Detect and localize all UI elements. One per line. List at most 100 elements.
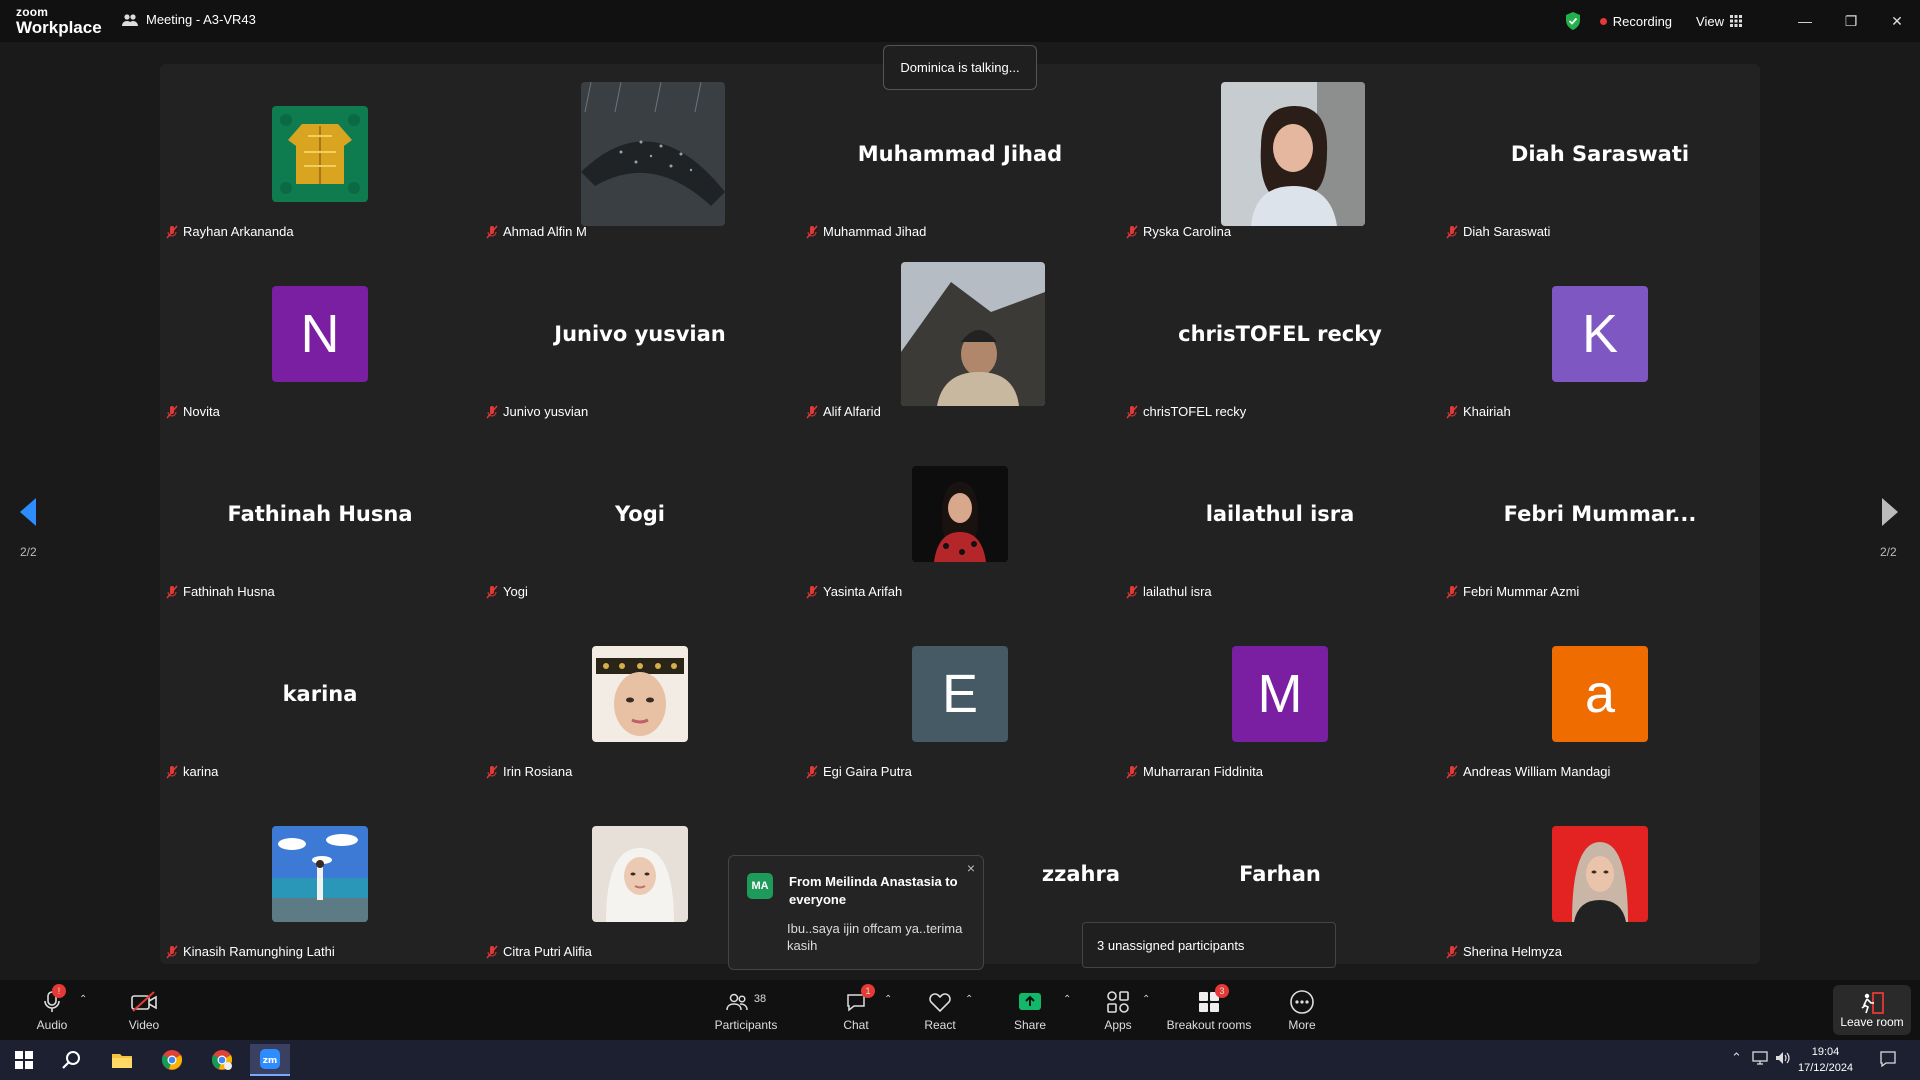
- recording-indicator[interactable]: Recording: [1599, 14, 1672, 29]
- participant-name: Yasinta Arifah: [823, 584, 903, 599]
- participant-tile[interactable]: Junivo yusvian Junivo yusvian: [480, 244, 800, 424]
- start-button[interactable]: [4, 1044, 44, 1076]
- system-clock[interactable]: 19:04 17/12/2024: [1798, 1044, 1853, 1076]
- participant-name: Fathinah Husna: [183, 584, 275, 599]
- participant-tile[interactable]: Muhammad Jihad Muhammad Jihad: [800, 64, 1120, 244]
- title-bar: zoom Workplace Meeting - A3-VR43 Recordi…: [0, 0, 1920, 42]
- close-window-button[interactable]: ✕: [1874, 0, 1920, 42]
- chrome-icon: [161, 1050, 183, 1070]
- participant-name: lailathul isra: [1143, 584, 1212, 599]
- participant-tile[interactable]: N Novita: [160, 244, 480, 424]
- chrome-profile-icon: [211, 1050, 233, 1070]
- heart-icon: [929, 993, 951, 1012]
- participant-tile[interactable]: Rayhan Arkananda: [160, 64, 480, 244]
- participant-name: chrisTOFEL recky: [1143, 404, 1247, 419]
- view-button[interactable]: View: [1696, 14, 1742, 29]
- share-button[interactable]: Share: [1013, 980, 1047, 1040]
- participant-tile[interactable]: E Egi Gaira Putra: [800, 604, 1120, 784]
- chat-options-caret-icon[interactable]: ⌃: [884, 994, 892, 1005]
- prev-page-arrow[interactable]: 2/2: [20, 498, 40, 559]
- grid-view-icon: [1730, 15, 1742, 27]
- chat-label: Chat: [843, 1018, 869, 1032]
- participant-name: Ahmad Alfin M: [503, 224, 587, 239]
- participant-tile[interactable]: Diah Saraswati Diah Saraswati: [1440, 64, 1760, 244]
- chat-button[interactable]: 1 Chat: [840, 980, 875, 1040]
- participant-tile[interactable]: Fathinah Husna Fathinah Husna: [160, 424, 480, 604]
- close-notification-button[interactable]: ×: [967, 860, 975, 876]
- audio-button[interactable]: ! Audio: [34, 980, 70, 1040]
- participant-tile[interactable]: Irin Rosiana: [480, 604, 800, 784]
- show-hidden-icons-button[interactable]: ⌃: [1731, 1050, 1742, 1066]
- volume-icon[interactable]: [1774, 1050, 1792, 1066]
- participant-display-name-text: zzahra: [1041, 862, 1120, 886]
- participant-display-name: Diah Saraswati: [1510, 142, 1690, 166]
- zoom-logo: zoom Workplace: [16, 6, 102, 36]
- avatar-initial: E: [912, 646, 1008, 742]
- breakout-rooms-button[interactable]: 3 Breakout rooms: [1164, 980, 1254, 1040]
- participant-tile[interactable]: Ahmad Alfin M: [480, 64, 800, 244]
- participant-tile[interactable]: M Muharraran Fiddinita: [1120, 604, 1440, 784]
- minimize-icon: —: [1798, 13, 1812, 29]
- more-icon: [1290, 990, 1314, 1014]
- encryption-shield-icon[interactable]: [1564, 11, 1582, 31]
- participant-tile[interactable]: Kinasih Ramunghing Lathi: [160, 784, 480, 964]
- participants-button[interactable]: 38 Participants: [712, 980, 780, 1040]
- avatar: [272, 106, 368, 202]
- participant-name: Alif Alfarid: [823, 404, 881, 419]
- participant-tile[interactable]: karina karina: [160, 604, 480, 784]
- participant-tile[interactable]: Ryska Carolina: [1120, 64, 1440, 244]
- more-button[interactable]: More: [1286, 980, 1318, 1040]
- participant-name: Irin Rosiana: [503, 764, 573, 779]
- search-icon: [62, 1051, 80, 1069]
- audio-label: Audio: [36, 1018, 68, 1032]
- notifications-icon[interactable]: [1879, 1050, 1897, 1068]
- participant-name: Egi Gaira Putra: [823, 764, 912, 779]
- participant-tile[interactable]: Yasinta Arifah: [800, 424, 1120, 604]
- share-options-caret-icon[interactable]: ⌃: [1063, 994, 1071, 1005]
- participant-tile[interactable]: Alif Alfarid: [800, 244, 1120, 424]
- react-button[interactable]: React: [922, 980, 958, 1040]
- mic-muted-icon: [1126, 405, 1138, 418]
- participant-tile[interactable]: a Andreas William Mandagi: [1440, 604, 1760, 784]
- participant-name: Diah Saraswati: [1463, 224, 1551, 239]
- mic-muted-icon: [806, 585, 818, 598]
- participant-tile[interactable]: lailathul isra lailathul isra: [1120, 424, 1440, 604]
- react-options-caret-icon[interactable]: ⌃: [965, 994, 973, 1005]
- participants-label: Participants: [714, 1018, 778, 1032]
- svg-text:zm: zm: [263, 1056, 278, 1066]
- participant-tile[interactable]: chrisTOFEL recky chrisTOFEL recky: [1120, 244, 1440, 424]
- leave-room-button[interactable]: Leave room: [1833, 985, 1911, 1035]
- apps-button[interactable]: Apps: [1102, 980, 1134, 1040]
- mic-muted-icon: [1126, 765, 1138, 778]
- participant-tile[interactable]: Sherina Helmyza: [1440, 784, 1760, 964]
- network-icon[interactable]: [1752, 1050, 1770, 1066]
- chat-unread-badge: 1: [861, 984, 875, 998]
- avatar: [581, 82, 725, 226]
- file-explorer-taskbar-button[interactable]: [102, 1044, 142, 1076]
- apps-icon: [1107, 991, 1129, 1013]
- mic-muted-icon: [1446, 585, 1458, 598]
- minimize-button[interactable]: —: [1782, 0, 1828, 42]
- chrome-profile-taskbar-button[interactable]: [202, 1044, 242, 1076]
- mic-muted-icon: [486, 405, 498, 418]
- participant-tile[interactable]: K Khairiah: [1440, 244, 1760, 424]
- search-taskbar-button[interactable]: [52, 1044, 92, 1076]
- next-page-arrow[interactable]: 2/2: [1880, 498, 1900, 559]
- participant-tile[interactable]: Febri Mummar... Febri Mummar Azmi: [1440, 424, 1760, 604]
- chat-notification[interactable]: MA From Meilinda Anastasia to everyone I…: [728, 855, 984, 970]
- restore-button[interactable]: ❐: [1828, 0, 1874, 42]
- participant-name: Rayhan Arkananda: [183, 224, 294, 239]
- audio-options-caret-icon[interactable]: ⌃: [79, 994, 87, 1005]
- chrome-taskbar-button[interactable]: [152, 1044, 192, 1076]
- zoom-taskbar-button[interactable]: zm: [250, 1044, 290, 1076]
- video-button[interactable]: Video: [124, 980, 164, 1040]
- participant-display-name: Junivo yusvian: [554, 322, 726, 346]
- avatar: [912, 466, 1008, 562]
- windows-logo-icon: [15, 1051, 33, 1069]
- mic-muted-icon: [166, 405, 178, 418]
- meeting-title[interactable]: Meeting - A3-VR43: [122, 12, 256, 27]
- restore-icon: ❐: [1844, 12, 1858, 29]
- apps-options-caret-icon[interactable]: ⌃: [1142, 994, 1150, 1005]
- apps-label: Apps: [1104, 1018, 1132, 1032]
- participant-tile[interactable]: Yogi Yogi: [480, 424, 800, 604]
